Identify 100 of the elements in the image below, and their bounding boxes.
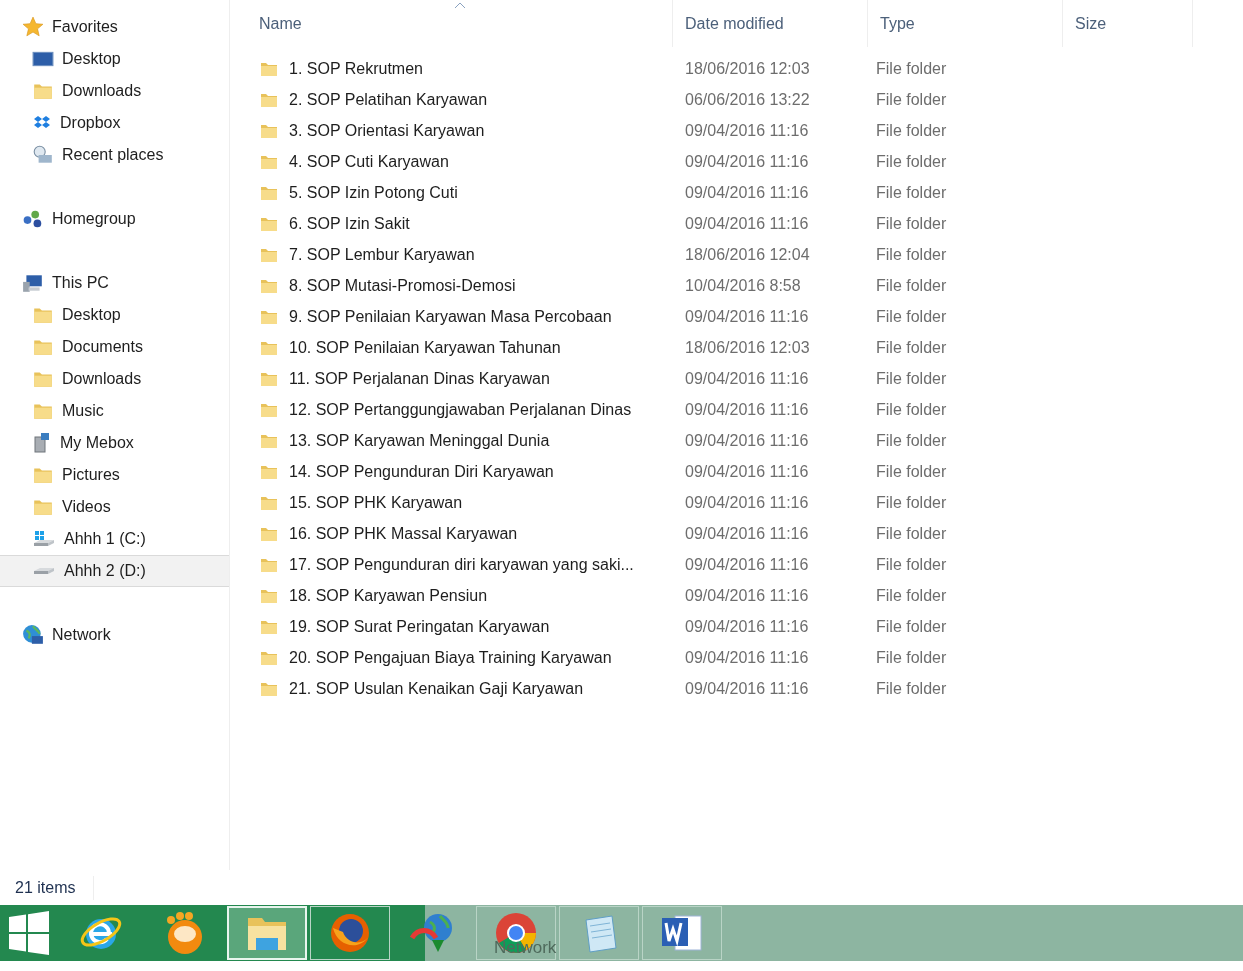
file-row[interactable]: 10. SOP Penilaian Karyawan Tahunan 18/06/2016 12:03 File folder (247, 332, 1243, 363)
column-header[interactable]: Type (868, 0, 1063, 47)
windows-logo-icon (7, 911, 51, 955)
file-row[interactable]: 20. SOP Pengajuan Biaya Training Karyawan 09/04/2016 11:16 File folder (247, 642, 1243, 673)
file-row[interactable]: 1. SOP Rekrutmen 18/06/2016 12:03 File folder (247, 53, 1243, 84)
date-cell: 09/04/2016 11:16 (685, 400, 809, 418)
date-cell: 09/04/2016 11:16 (685, 121, 809, 139)
network-globe-icon (22, 624, 44, 646)
sidebar-item[interactable]: Desktop (0, 299, 229, 331)
file-name: 4. SOP Cuti Karyawan (289, 151, 449, 172)
file-row[interactable]: 21. SOP Usulan Kenaikan Gaji Karyawan 09/04/2016 11:16 File folder (247, 673, 1243, 704)
column-header[interactable]: Name (247, 0, 673, 47)
file-row[interactable]: 16. SOP PHK Massal Karyawan 09/04/2016 11:16 File folder (247, 518, 1243, 549)
file-name: 1. SOP Rekrutmen (289, 58, 423, 79)
sidebar-item[interactable]: Documents (0, 331, 229, 363)
type-cell: File folder (876, 214, 947, 232)
file-row[interactable]: 11. SOP Perjalanan Dinas Karyawan 09/04/2016 11:16 File folder (247, 363, 1243, 394)
sidebar-item[interactable]: Videos (0, 491, 229, 523)
taskbar-button[interactable] (310, 906, 390, 960)
sidebar-item[interactable]: Pictures (0, 459, 229, 491)
date-cell: 06/06/2016 13:22 (685, 90, 810, 108)
file-name: 10. SOP Penilaian Karyawan Tahunan (289, 337, 561, 358)
date-cell: 09/04/2016 11:16 (685, 493, 809, 511)
type-cell: File folder (876, 524, 947, 542)
file-name: 19. SOP Surat Peringatan Karyawan (289, 616, 550, 637)
sidebar-item[interactable]: Ahhh 1 (C:) (0, 523, 229, 555)
file-row[interactable]: 12. SOP Pertanggungjawaban Perjalanan Dinas 09/04/2016 11:16 File folder (247, 394, 1243, 425)
date-cell: 09/04/2016 11:16 (685, 214, 809, 232)
file-name: 9. SOP Penilaian Karyawan Masa Percobaan (289, 306, 612, 327)
sort-caret-icon (453, 2, 466, 8)
sidebar-group[interactable]: Homegroup (0, 203, 229, 235)
type-cell: File folder (876, 369, 947, 387)
file-row[interactable]: 5. SOP Izin Potong Cuti 09/04/2016 11:16 File folder (247, 177, 1243, 208)
drive-icon (32, 567, 56, 575)
type-cell: File folder (876, 307, 947, 325)
file-name: 21. SOP Usulan Kenaikan Gaji Karyawan (289, 678, 584, 699)
date-cell: 10/04/2016 8:58 (685, 276, 801, 294)
file-row[interactable]: 19. SOP Surat Peringatan Karyawan 09/04/2016 11:16 File folder (247, 611, 1243, 642)
recent-places-icon (32, 144, 54, 166)
file-row[interactable]: 13. SOP Karyawan Meninggal Dunia 09/04/2016 11:16 File folder (247, 425, 1243, 456)
file-row[interactable]: 15. SOP PHK Karyawan 09/04/2016 11:16 File folder (247, 487, 1243, 518)
sidebar-item[interactable]: Recent places (0, 139, 229, 171)
date-cell: 18/06/2016 12:03 (685, 59, 810, 77)
sidebar-item[interactable]: Music (0, 395, 229, 427)
type-cell: File folder (876, 152, 947, 170)
sidebar-group[interactable]: This PC (0, 267, 229, 299)
type-cell: File folder (876, 493, 947, 511)
date-cell: 09/04/2016 11:16 (685, 431, 809, 449)
sidebar-item[interactable]: Dropbox (0, 107, 229, 139)
file-name: 12. SOP Pertanggungjawaban Perjalanan Dinas (289, 399, 632, 420)
file-name: 2. SOP Pelatihan Karyawan (289, 89, 488, 110)
date-cell: 09/04/2016 11:16 (685, 524, 809, 542)
file-name: 15. SOP PHK Karyawan (289, 492, 463, 513)
drive-icon (32, 529, 56, 549)
sidebar-item[interactable]: My Mebox (0, 427, 229, 459)
file-row[interactable]: 14. SOP Pengunduran Diri Karyawan 09/04/2016 11:16 File folder (247, 456, 1243, 487)
sidebar-group[interactable]: Favorites (0, 11, 229, 43)
file-row[interactable]: 17. SOP Pengunduran diri karyawan yang saki... 09/04/2016 11:16 File folder (247, 549, 1243, 580)
type-cell: File folder (876, 400, 947, 418)
file-row[interactable]: 8. SOP Mutasi-Promosi-Demosi 10/04/2016 8:58 File folder (247, 270, 1243, 301)
type-cell: File folder (876, 59, 947, 77)
file-row[interactable]: 6. SOP Izin Sakit 09/04/2016 11:16 File folder (247, 208, 1243, 239)
sidebar-item[interactable]: Desktop (0, 43, 229, 75)
computer-icon (22, 272, 44, 294)
type-cell: File folder (876, 586, 947, 604)
type-cell: File folder (876, 338, 947, 356)
date-cell: 18/06/2016 12:04 (685, 245, 810, 263)
taskbar-button[interactable] (642, 906, 722, 960)
file-name: 8. SOP Mutasi-Promosi-Demosi (289, 275, 516, 296)
column-header[interactable]: Date modified (673, 0, 868, 47)
type-cell: File folder (876, 183, 947, 201)
file-name: 5. SOP Izin Potong Cuti (289, 182, 458, 203)
sidebar-group[interactable]: Network (0, 619, 229, 651)
file-row[interactable]: 9. SOP Penilaian Karyawan Masa Percobaan 09/04/2016 11:16 File folder (247, 301, 1243, 332)
column-header[interactable]: Size (1063, 0, 1193, 47)
type-cell: File folder (876, 121, 947, 139)
file-name: 16. SOP PHK Massal Karyawan (289, 523, 518, 544)
date-cell: 09/04/2016 11:16 (685, 617, 809, 635)
file-name: 3. SOP Orientasi Karyawan (289, 120, 485, 141)
date-cell: 09/04/2016 11:16 (685, 679, 809, 697)
type-cell: File folder (876, 462, 947, 480)
date-cell: 09/04/2016 11:16 (685, 586, 809, 604)
date-cell: 09/04/2016 11:16 (685, 648, 809, 666)
file-row[interactable]: 18. SOP Karyawan Pensiun 09/04/2016 11:16 File folder (247, 580, 1243, 611)
type-cell: File folder (876, 276, 947, 294)
date-cell: 09/04/2016 11:16 (685, 307, 809, 325)
file-name: 17. SOP Pengunduran diri karyawan yang saki... (289, 554, 634, 575)
file-row[interactable]: 3. SOP Orientasi Karyawan 09/04/2016 11:16 File folder (247, 115, 1243, 146)
file-row[interactable]: 4. SOP Cuti Karyawan 09/04/2016 11:16 File folder (247, 146, 1243, 177)
date-cell: 09/04/2016 11:16 (685, 369, 809, 387)
file-name: 6. SOP Izin Sakit (289, 213, 410, 234)
date-cell: 09/04/2016 11:16 (685, 555, 809, 573)
file-row[interactable]: 7. SOP Lembur Karyawan 18/06/2016 12:04 File folder (247, 239, 1243, 270)
sidebar-item[interactable]: Downloads (0, 363, 229, 395)
file-row[interactable]: 2. SOP Pelatihan Karyawan 06/06/2016 13:22 File folder (247, 84, 1243, 115)
date-cell: 09/04/2016 11:16 (685, 152, 809, 170)
date-cell: 18/06/2016 12:03 (685, 338, 810, 356)
sidebar-item[interactable]: Ahhh 2 (D:) (0, 555, 229, 587)
sidebar-item[interactable]: Downloads (0, 75, 229, 107)
file-name: 7. SOP Lembur Karyawan (289, 244, 475, 265)
